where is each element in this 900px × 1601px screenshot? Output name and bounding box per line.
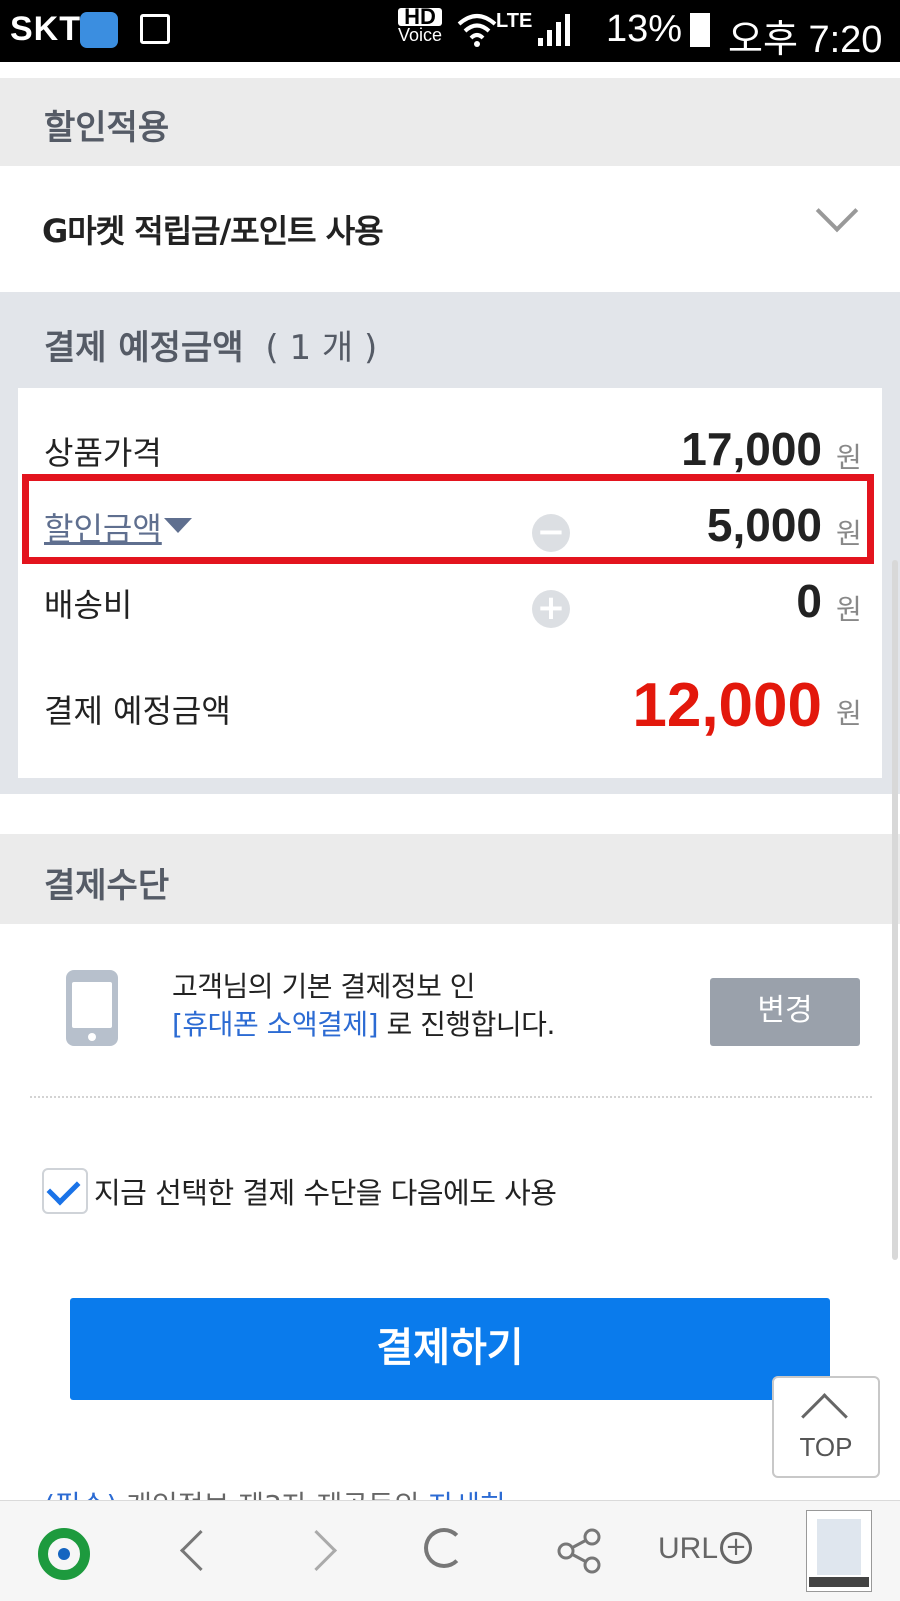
- points-label: G마켓 적립금/포인트 사용: [42, 212, 384, 250]
- payment-method-link[interactable]: [휴대폰 소액결제]: [172, 1008, 379, 1041]
- signal-icon: [538, 14, 570, 46]
- divider: [30, 1096, 872, 1098]
- change-payment-button[interactable]: 변경: [710, 978, 860, 1046]
- chevron-down-icon[interactable]: [815, 189, 859, 233]
- payment-method-header: 결제수단: [0, 834, 900, 924]
- currency-label: 원: [836, 441, 862, 474]
- currency-label: 원: [836, 517, 862, 550]
- share-icon[interactable]: [556, 1528, 602, 1574]
- status-bar: SKT HD Voice LTE 13% 오후 7:20: [0, 0, 900, 62]
- product-thumbnail[interactable]: [806, 1510, 872, 1592]
- scrollbar[interactable]: [892, 560, 898, 1260]
- currency-label: 원: [836, 697, 862, 730]
- wifi-icon: [457, 14, 497, 47]
- points-row[interactable]: G마켓 적립금/포인트 사용: [0, 166, 900, 292]
- battery-icon: [690, 13, 710, 47]
- caret-down-icon[interactable]: [164, 518, 192, 534]
- hd-label: HD: [398, 6, 443, 28]
- gmarket-logo-icon[interactable]: [38, 1528, 90, 1580]
- url-button-label[interactable]: URL: [658, 1532, 718, 1566]
- voice-label: Voice: [398, 25, 443, 45]
- shipping-label: 배송비: [44, 586, 133, 624]
- method-desc-line2: 로 진행합니다.: [378, 1008, 555, 1041]
- payment-method-title: 결제수단: [44, 866, 170, 906]
- total-amount-value: 12,000: [632, 671, 822, 740]
- hd-voice-icon: HD Voice: [398, 6, 443, 45]
- product-price-value: 17,000: [681, 423, 822, 475]
- discount-amount-value: 5,000: [706, 499, 822, 551]
- product-price-label: 상품가격: [44, 434, 162, 472]
- battery-percent: 13%: [606, 8, 683, 50]
- discount-section-title: 할인적용: [44, 108, 170, 148]
- clock: 오후 7:20: [728, 19, 883, 61]
- lte-label: LTE: [496, 10, 533, 32]
- carrier-label: SKT: [10, 10, 81, 48]
- currency-label: 원: [836, 593, 862, 626]
- item-count: ( 1 개 ): [265, 328, 378, 368]
- cloud-icon: [80, 12, 118, 48]
- method-desc-line1: 고객님의 기본 결제정보 인: [172, 970, 476, 1003]
- total-label: 결제 예정금액: [44, 692, 231, 730]
- discount-amount-toggle[interactable]: 할인금액: [44, 504, 162, 550]
- plus-circle-icon[interactable]: +: [720, 1532, 752, 1564]
- mobile-phone-icon: [66, 970, 118, 1046]
- gallery-icon: [140, 14, 170, 44]
- pay-button[interactable]: 결제하기: [70, 1298, 830, 1400]
- remember-checkbox-label[interactable]: 지금 선택한 결제 수단을 다음에도 사용: [94, 1170, 557, 1212]
- shipping-value: 0: [796, 575, 822, 627]
- discount-section-header: 할인적용: [0, 78, 900, 166]
- payment-method-description: 고객님의 기본 결제정보 인 [휴대폰 소액결제] 로 진행합니다.: [172, 968, 555, 1044]
- scroll-top-label[interactable]: TOP: [772, 1432, 880, 1463]
- reload-icon[interactable]: [424, 1528, 464, 1568]
- payment-summary-title: 결제 예정금액 ( 1 개 ): [44, 328, 378, 368]
